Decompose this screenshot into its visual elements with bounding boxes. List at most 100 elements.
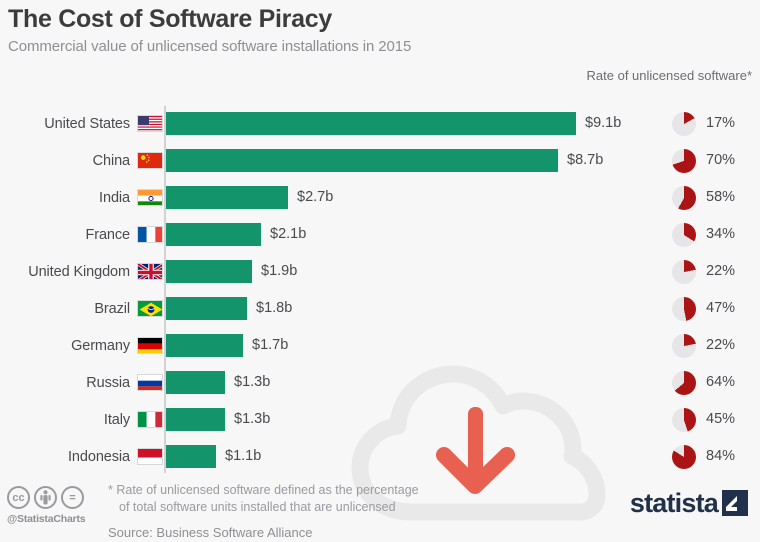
country-name: United Kingdom: [28, 263, 130, 280]
country-label-cell: India: [99, 179, 163, 216]
value-bar: [166, 186, 288, 209]
chart-row: Italy $1.3b 45%: [0, 401, 760, 438]
chart-row: Germany $1.7b 22%: [0, 327, 760, 364]
flag-in-icon: [137, 189, 163, 206]
value-bar: [166, 297, 247, 320]
country-label-cell: United States: [44, 105, 163, 142]
value-bar: [166, 408, 225, 431]
rate-column-header: Rate of unlicensed software*: [586, 68, 752, 83]
rate-pie-chart: [672, 297, 696, 321]
country-name: China: [92, 152, 130, 169]
rate-percent-label: 22%: [706, 337, 736, 353]
rate-percent-label: 84%: [706, 448, 736, 464]
rate-pie-cell: [672, 371, 696, 395]
rate-pie-cell: [672, 334, 696, 358]
rate-pie-cell: [672, 186, 696, 210]
country-label-cell: Russia: [86, 364, 163, 401]
chart-row: France $2.1b 34%: [0, 216, 760, 253]
rate-pie-cell: [672, 297, 696, 321]
rate-pie-chart: [672, 112, 696, 136]
creative-commons-icons: cc =: [7, 486, 103, 509]
flag-gb-icon: [137, 263, 163, 280]
country-label-cell: Brazil: [94, 290, 163, 327]
rate-pie-chart: [672, 334, 696, 358]
bar-value-label: $2.7b: [297, 189, 334, 205]
flag-it-icon: [137, 411, 163, 428]
rate-pie-chart: [672, 445, 696, 469]
chart-row: Indonesia $1.1b 84%: [0, 438, 760, 475]
rate-pie-chart: [672, 186, 696, 210]
chart-row: Brazil $1.8b 47%: [0, 290, 760, 327]
country-name: Brazil: [94, 300, 130, 317]
creative-commons-block: cc = @StatistaCharts: [7, 486, 103, 525]
page-title: The Cost of Software Piracy: [8, 5, 332, 33]
rate-percent-label: 34%: [706, 226, 736, 242]
header: The Cost of Software Piracy Commercial v…: [8, 4, 752, 58]
value-bar: [166, 112, 576, 135]
chart-row: United States $9.1b 17%: [0, 105, 760, 142]
value-bar: [166, 445, 216, 468]
bar-value-label: $1.3b: [234, 411, 271, 427]
rate-percent-label: 22%: [706, 263, 736, 279]
rate-percent-label: 47%: [706, 300, 736, 316]
bar-value-label: $1.3b: [234, 374, 271, 390]
country-name: United States: [44, 115, 130, 132]
rate-pie-cell: [672, 223, 696, 247]
bar-value-label: $1.7b: [252, 337, 289, 353]
page-subtitle: Commercial value of unlicensed software …: [8, 38, 412, 55]
chart-row: United Kingdom $1.9b 22%: [0, 253, 760, 290]
rate-percent-label: 64%: [706, 374, 736, 390]
flag-ru-icon: [137, 374, 163, 391]
footnotes: * Rate of unlicensed software defined as…: [108, 482, 419, 540]
bar-value-label: $8.7b: [567, 152, 604, 168]
rate-pie-cell: [672, 445, 696, 469]
footnote-line-1: * Rate of unlicensed software defined as…: [108, 483, 419, 497]
country-name: India: [99, 189, 130, 206]
value-bar: [166, 149, 558, 172]
country-label-cell: Italy: [104, 401, 163, 438]
bar-value-label: $2.1b: [270, 226, 307, 242]
statista-mark-icon: [722, 490, 748, 516]
footer: cc = @StatistaCharts * Rate of unlicense…: [0, 478, 760, 542]
value-bar: [166, 371, 225, 394]
value-bar: [166, 260, 252, 283]
bar-value-label: $1.1b: [225, 448, 262, 464]
cc-by-icon: [34, 486, 57, 509]
infographic-root: The Cost of Software Piracy Commercial v…: [0, 0, 760, 542]
rate-pie-cell: [672, 149, 696, 173]
country-name: Indonesia: [68, 448, 130, 465]
statista-charts-handle: @StatistaCharts: [7, 513, 86, 525]
flag-fr-icon: [137, 226, 163, 243]
rate-pie-chart: [672, 223, 696, 247]
chart-row: China $8.7b 70%: [0, 142, 760, 179]
value-bar: [166, 334, 243, 357]
rate-pie-chart: [672, 371, 696, 395]
country-label-cell: Indonesia: [68, 438, 163, 475]
bar-value-label: $9.1b: [585, 115, 622, 131]
rate-pie-chart: [672, 408, 696, 432]
country-label-cell: Germany: [71, 327, 163, 364]
rate-pie-chart: [672, 149, 696, 173]
chart-row: Russia $1.3b 64%: [0, 364, 760, 401]
country-label-cell: United Kingdom: [28, 253, 163, 290]
rate-pie-cell: [672, 260, 696, 284]
country-name: Russia: [86, 374, 130, 391]
statista-wordmark: statista: [629, 488, 719, 518]
rate-percent-label: 17%: [706, 115, 736, 131]
flag-de-icon: [137, 337, 163, 354]
country-label-cell: China: [93, 142, 163, 179]
bar-value-label: $1.9b: [261, 263, 298, 279]
value-bar: [166, 223, 261, 246]
chart-row: India $2.7b 58%: [0, 179, 760, 216]
country-name: France: [85, 226, 130, 243]
bar-value-label: $1.8b: [256, 300, 293, 316]
source-line: Source: Business Software Alliance: [108, 525, 313, 540]
cc-icon: cc: [7, 486, 30, 509]
rate-percent-label: 70%: [706, 152, 736, 168]
chart-area: United States $9.1b 17% China $8.7b 70% India $…: [0, 100, 760, 521]
statista-logo: statista: [630, 488, 748, 518]
rate-pie-chart: [672, 260, 696, 284]
flag-cn-icon: [137, 152, 163, 169]
country-label-cell: France: [85, 216, 163, 253]
rate-percent-label: 58%: [706, 189, 736, 205]
